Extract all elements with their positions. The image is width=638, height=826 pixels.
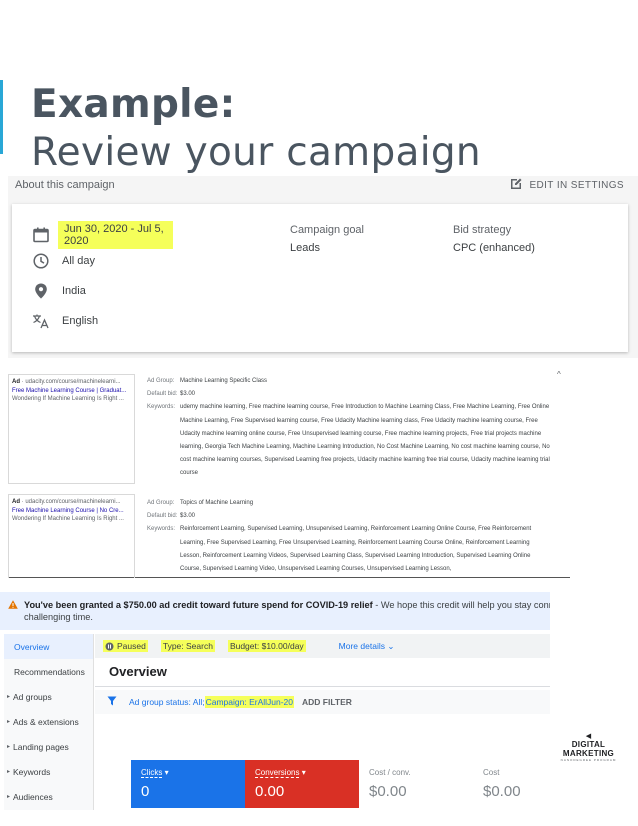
ad-description: Wondering If Machine Learning Is Right .… bbox=[12, 396, 124, 402]
ad-group-name: Machine Learning Specific Class bbox=[180, 378, 268, 384]
ad-url: Ad · udacity.com/course/machinelearni... bbox=[12, 379, 121, 385]
covid-credit-notice: You've been granted a $750.00 ad credit … bbox=[0, 592, 550, 630]
ad-preview-card[interactable]: Ad · udacity.com/course/machinelearni...… bbox=[8, 374, 135, 484]
keywords-label: Keywords: bbox=[147, 526, 176, 533]
metric-clicks[interactable]: Clicks ▾ 0 bbox=[131, 760, 245, 808]
clock-icon bbox=[32, 252, 50, 270]
slide-subtitle: Review your campaign bbox=[31, 130, 481, 175]
metric-value: 0.00 bbox=[255, 783, 285, 800]
notice-text: - We hope this credit will help you stay… bbox=[375, 600, 550, 610]
notice-text-line2: challenging time. bbox=[24, 612, 93, 622]
location-row: India bbox=[32, 282, 86, 300]
nav-item-audiences[interactable]: ▸ Audiences bbox=[4, 784, 93, 809]
about-campaign-card: Jun 30, 2020 - Jul 5, 2020 All day India… bbox=[12, 204, 628, 352]
ad-description: Wondering If Machine Learning Is Right .… bbox=[12, 516, 124, 522]
page-title: Overview bbox=[109, 664, 167, 679]
keywords-list: Reinforcement Learning, Supervised Learn… bbox=[180, 526, 532, 572]
metric-value: 0 bbox=[141, 783, 150, 800]
filter-bar: Ad group status: All; Campaign: ErAllJun… bbox=[95, 690, 550, 714]
nav-item-ads-extensions[interactable]: ▸ Ads & extensions bbox=[4, 709, 93, 734]
date-row: Jun 30, 2020 - Jul 5, 2020 bbox=[32, 221, 173, 249]
megaphone-icon: ◀ bbox=[585, 733, 592, 740]
notice-bold: You've been granted a $750.00 ad credit … bbox=[24, 600, 373, 610]
nav-item-ad-groups[interactable]: ▸ Ad groups bbox=[4, 684, 93, 709]
language-value: English bbox=[62, 315, 99, 327]
side-navigation: Overview Recommendations ▸ Ad groups ▸ Ads… bbox=[4, 634, 94, 810]
bid-strategy-value: CPC (enhanced) bbox=[453, 242, 535, 254]
expand-arrow-icon: ▸ bbox=[7, 744, 11, 750]
metric-conversions[interactable]: Conversions ▾ 0.00 bbox=[245, 760, 359, 808]
digital-marketing-logo: ◀ DIGITAL MARKETING NANODEGREE PROGRAM bbox=[551, 732, 626, 762]
translate-icon bbox=[32, 312, 50, 330]
schedule-value: All day bbox=[62, 255, 96, 267]
nav-item-overview[interactable]: Overview bbox=[4, 634, 93, 659]
warning-icon bbox=[8, 600, 18, 612]
metric-value: $0.00 bbox=[483, 783, 521, 800]
about-campaign-panel: About this campaign EDIT IN SETTINGS Jun… bbox=[8, 176, 638, 358]
default-bid-value: $3.00 bbox=[180, 391, 196, 398]
slide-title: Example: bbox=[31, 82, 236, 127]
date-range: Jun 30, 2020 - Jul 5, 2020 bbox=[58, 221, 173, 249]
edit-in-settings-label: EDIT IN SETTINGS bbox=[529, 180, 624, 191]
calendar-icon bbox=[32, 226, 50, 244]
ad-group-label: Ad Group: bbox=[147, 378, 175, 384]
paused-icon bbox=[105, 642, 114, 650]
metric-cost-per-conv[interactable]: Cost / conv. $0.00 bbox=[359, 760, 473, 808]
accent-bar bbox=[0, 80, 3, 154]
status-badge: Paused bbox=[103, 640, 148, 652]
language-row: English bbox=[32, 312, 98, 330]
ad-headline[interactable]: Free Machine Learning Course | Graduat..… bbox=[12, 387, 131, 396]
ad-preview-card[interactable]: Ad · udacity.com/course/machinelearni...… bbox=[8, 494, 135, 578]
campaign-goal-label: Campaign goal bbox=[290, 224, 364, 236]
bid-strategy-label: Bid strategy bbox=[453, 224, 512, 236]
about-campaign-title: About this campaign bbox=[15, 179, 115, 191]
keywords-label: Keywords: bbox=[147, 404, 176, 411]
keywords-list: udemy machine learning, Free machine lea… bbox=[180, 404, 550, 477]
location-pin-icon bbox=[32, 282, 50, 300]
metric-value: $0.00 bbox=[369, 783, 407, 800]
default-bid-label: Default bid: bbox=[147, 513, 178, 520]
expand-arrow-icon: ▸ bbox=[7, 719, 11, 725]
campaign-type: Type: Search bbox=[160, 640, 215, 652]
ad-group-name: Topics of Machine Learning bbox=[180, 500, 254, 506]
schedule-row: All day bbox=[32, 252, 95, 270]
divider bbox=[95, 686, 550, 687]
expand-arrow-icon: ▸ bbox=[7, 794, 11, 800]
metric-cost[interactable]: Cost $0.00 bbox=[473, 760, 550, 808]
ad-headline[interactable]: Free Machine Learning Course | No Cre... bbox=[12, 507, 131, 516]
ad-url: Ad · udacity.com/course/machinelearni... bbox=[12, 499, 121, 505]
chevron-down-icon: ⌄ bbox=[387, 640, 395, 651]
filter-campaign[interactable]: Campaign: ErAllJun-20 bbox=[204, 696, 295, 708]
dropdown-arrow-icon: ▾ bbox=[164, 768, 169, 777]
edit-icon bbox=[509, 177, 523, 194]
location-value: India bbox=[62, 285, 86, 297]
filter-status[interactable]: Ad group status: All; bbox=[129, 697, 205, 707]
metric-label: Cost bbox=[483, 768, 500, 777]
ad-group-label: Ad Group: bbox=[147, 500, 175, 506]
filter-icon[interactable] bbox=[107, 696, 117, 708]
campaign-budget: Budget: $10.00/day bbox=[227, 640, 306, 652]
nav-item-keywords[interactable]: ▸ Keywords bbox=[4, 759, 93, 784]
campaign-status-bar: Paused Type: Search Budget: $10.00/day M… bbox=[95, 634, 550, 658]
nav-item-landing-pages[interactable]: ▸ Landing pages bbox=[4, 734, 93, 759]
dropdown-arrow-icon: ▾ bbox=[301, 768, 306, 777]
ads-list: Ad · udacity.com/course/machinelearni...… bbox=[8, 370, 570, 578]
campaign-goal-value: Leads bbox=[290, 242, 320, 254]
default-bid-value: $3.00 bbox=[180, 513, 196, 520]
expand-arrow-icon: ▸ bbox=[7, 694, 11, 700]
add-filter-button[interactable]: ADD FILTER bbox=[302, 697, 352, 707]
edit-in-settings-link[interactable]: EDIT IN SETTINGS bbox=[509, 177, 624, 194]
metric-label: Cost / conv. bbox=[369, 768, 411, 777]
default-bid-label: Default bid: bbox=[147, 391, 178, 398]
expand-arrow-icon: ▸ bbox=[7, 769, 11, 775]
nav-item-recommendations[interactable]: Recommendations bbox=[4, 659, 93, 684]
more-details-link[interactable]: More details ⌄ bbox=[339, 641, 395, 652]
